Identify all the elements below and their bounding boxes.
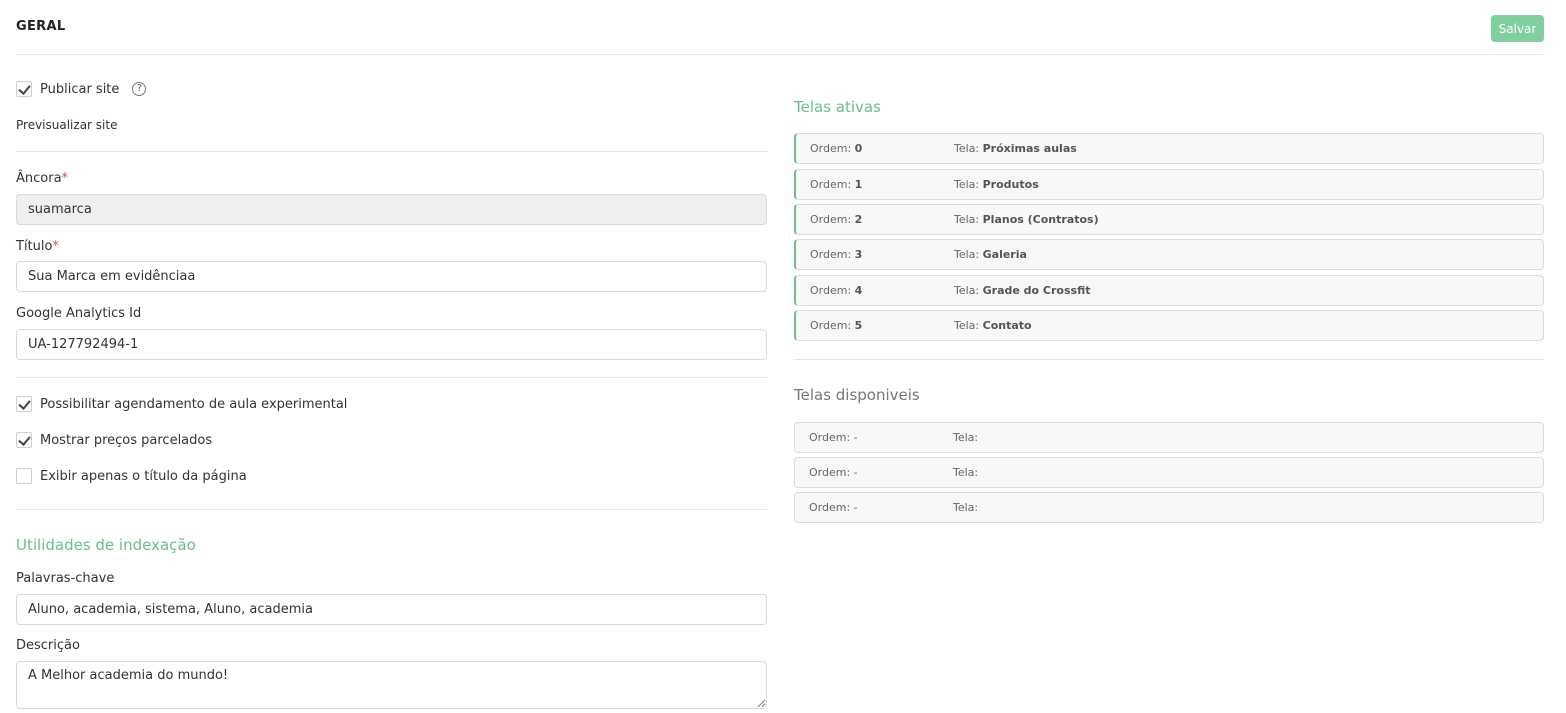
analytics-id-input[interactable]: UA-127792494-1: [16, 329, 767, 360]
order-field: Ordem: 5: [810, 319, 863, 332]
keywords-input[interactable]: Aluno, academia, sistema, Aluno, academi…: [16, 594, 767, 625]
preview-site-link[interactable]: Previsualizar site: [16, 118, 117, 132]
page-title: GERAL: [16, 19, 66, 34]
divider: [16, 509, 767, 510]
publish-site-option[interactable]: Publicar site ?: [16, 80, 147, 98]
available-screen-item[interactable]: Ordem: - Tela:: [794, 492, 1544, 523]
active-screen-item[interactable]: Ordem: 5 Tela: Contato: [794, 310, 1544, 341]
required-mark: *: [52, 239, 59, 254]
publish-site-label: Publicar site: [40, 81, 120, 97]
page-header: GERAL Salvar: [16, 0, 1544, 55]
divider: [794, 359, 1544, 360]
anchor-label: Âncora*: [16, 171, 69, 186]
order-field: Ordem: -: [809, 466, 858, 479]
keywords-label: Palavras-chave: [16, 571, 115, 586]
order-field: Ordem: 0: [810, 142, 863, 155]
screen-field: Tela: Galeria: [954, 248, 1027, 261]
title-only-checkbox[interactable]: [16, 468, 32, 484]
order-field: Ordem: 3: [810, 248, 863, 261]
screen-field: Tela: Próximas aulas: [954, 142, 1077, 155]
screen-field: Tela:: [953, 501, 979, 514]
analytics-label: Google Analytics Id: [16, 306, 142, 321]
indexing-section-title: Utilidades de indexação: [16, 536, 196, 554]
description-textarea[interactable]: A Melhor academia do mundo!: [16, 661, 767, 709]
installment-prices-checkbox[interactable]: [16, 432, 32, 448]
order-field: Ordem: 1: [810, 178, 863, 191]
order-field: Ordem: 2: [810, 213, 863, 226]
divider: [16, 151, 767, 152]
trial-class-option[interactable]: Possibilitar agendamento de aula experim…: [16, 395, 347, 413]
required-mark: *: [61, 171, 69, 186]
order-field: Ordem: 4: [810, 284, 863, 297]
description-label: Descrição: [16, 638, 80, 653]
screen-field: Tela: Planos (Contratos): [954, 213, 1099, 226]
installment-prices-option[interactable]: Mostrar preços parcelados: [16, 431, 212, 449]
order-field: Ordem: -: [809, 431, 858, 444]
active-screen-item[interactable]: Ordem: 2 Tela: Planos (Contratos): [794, 204, 1544, 235]
order-field: Ordem: -: [809, 501, 858, 514]
available-screen-item[interactable]: Ordem: - Tela:: [794, 422, 1544, 453]
screen-field: Tela:: [953, 466, 979, 479]
help-icon[interactable]: ?: [132, 82, 147, 96]
trial-class-checkbox[interactable]: [16, 396, 32, 412]
active-screen-item[interactable]: Ordem: 3 Tela: Galeria: [794, 239, 1544, 270]
screen-field: Tela: Produtos: [954, 178, 1039, 191]
title-only-label: Exibir apenas o título da página: [40, 468, 247, 484]
trial-class-label: Possibilitar agendamento de aula experim…: [40, 396, 348, 412]
installment-prices-label: Mostrar preços parcelados: [40, 432, 213, 448]
active-screens-title: Telas ativas: [794, 98, 881, 116]
title-input[interactable]: Sua Marca em evidênciaa: [16, 261, 767, 292]
available-screens-title: Telas disponiveis: [794, 386, 920, 404]
screen-field: Tela: Grade do Crossfit: [954, 284, 1091, 297]
title-only-option[interactable]: Exibir apenas o título da página: [16, 467, 247, 485]
anchor-input: suamarca: [16, 194, 767, 225]
publish-site-checkbox[interactable]: [16, 81, 32, 97]
divider: [16, 377, 767, 378]
title-label: Título*: [16, 239, 59, 254]
active-screen-item[interactable]: Ordem: 4 Tela: Grade do Crossfit: [794, 275, 1544, 306]
active-screen-item[interactable]: Ordem: 0 Tela: Próximas aulas: [794, 133, 1544, 164]
available-screen-item[interactable]: Ordem: - Tela:: [794, 457, 1544, 488]
screen-field: Tela: Contato: [954, 319, 1032, 332]
active-screen-item[interactable]: Ordem: 1 Tela: Produtos: [794, 169, 1544, 200]
screen-field: Tela:: [953, 431, 979, 444]
save-button[interactable]: Salvar: [1491, 15, 1544, 42]
